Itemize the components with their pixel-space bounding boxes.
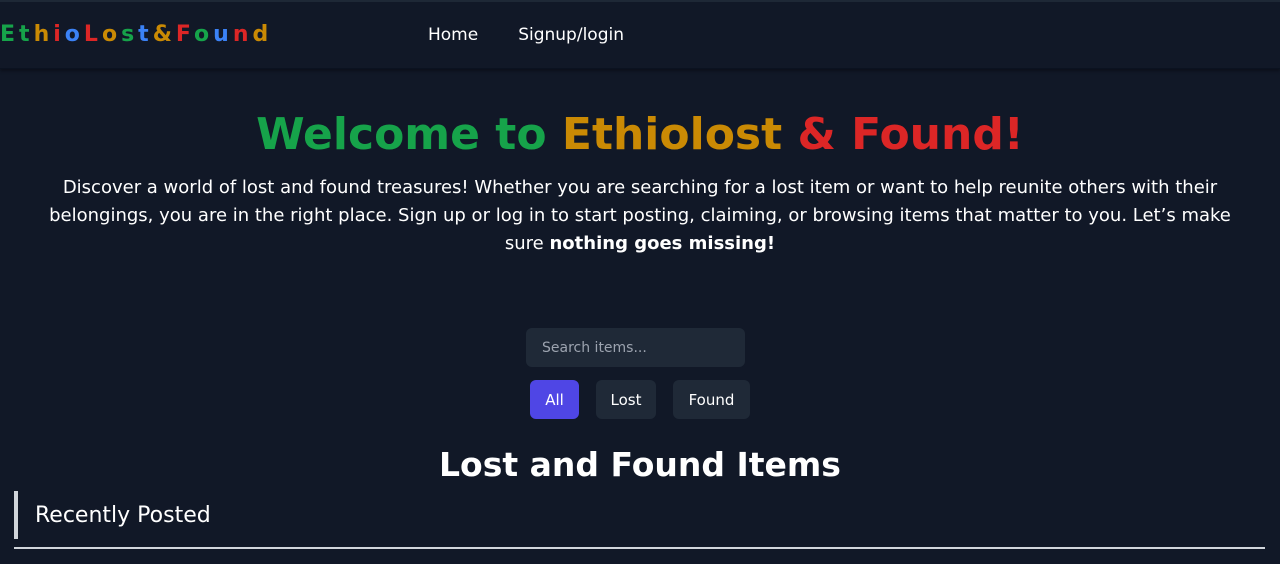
logo-letter: L — [83, 22, 102, 47]
search-input[interactable] — [526, 328, 745, 367]
logo-letter: s — [121, 22, 139, 47]
section-divider — [14, 547, 1265, 549]
filter-found-button[interactable]: Found — [673, 380, 750, 419]
filter-group: All Lost Found — [0, 380, 1280, 419]
logo-letter: o — [194, 22, 214, 47]
hero-description-emphasis: nothing goes missing! — [549, 233, 776, 254]
hero-title: Welcome to Ethiolost & Found! — [0, 108, 1280, 162]
hero-title-welcome: Welcome to — [256, 109, 562, 160]
logo-letter: & — [152, 22, 176, 47]
logo-letter: F — [175, 22, 195, 47]
logo-letter: E — [0, 22, 20, 47]
recently-posted-heading: Recently Posted — [14, 491, 211, 539]
logo-letter: o — [101, 22, 122, 47]
nav-links: Home Signup/login — [428, 25, 624, 45]
logo-letter: i — [53, 22, 65, 47]
page: EthioLost&Found Home Signup/login Welcom… — [0, 0, 1280, 564]
nav-link-signup-login[interactable]: Signup/login — [518, 25, 624, 45]
logo-letter: n — [232, 22, 253, 47]
logo-letter: u — [213, 22, 233, 47]
hero-description: Discover a world of lost and found treas… — [36, 174, 1244, 258]
nav-link-home[interactable]: Home — [428, 25, 478, 45]
logo[interactable]: EthioLost&Found — [0, 22, 272, 47]
logo-letter: t — [138, 22, 153, 47]
page-bottom-edge — [0, 560, 1280, 564]
hero-title-brand: Ethiolost — [561, 109, 783, 160]
filter-all-button[interactable]: All — [530, 380, 579, 419]
logo-letter: o — [64, 22, 84, 47]
logo-letter: h — [33, 22, 54, 47]
logo-letter: t — [19, 22, 34, 47]
filter-lost-button[interactable]: Lost — [596, 380, 656, 419]
hero-title-found: & Found! — [782, 109, 1024, 160]
navbar: EthioLost&Found Home Signup/login — [0, 2, 1280, 69]
items-section-title: Lost and Found Items — [439, 445, 841, 484]
logo-letter: d — [252, 22, 273, 47]
